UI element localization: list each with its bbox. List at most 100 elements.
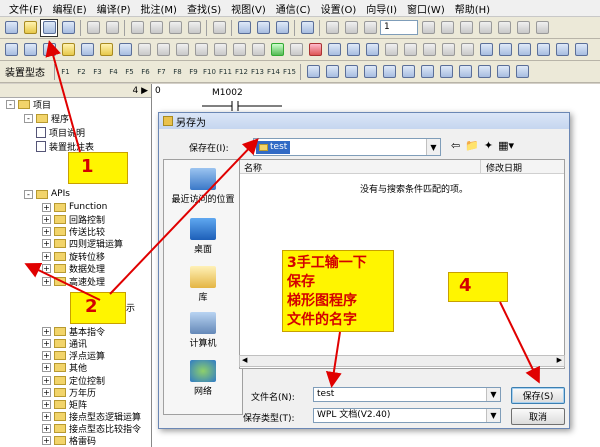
tree-item[interactable]: + 格雷码 — [42, 434, 96, 447]
menu-item[interactable]: 查找(S) — [182, 1, 226, 16]
run-icon[interactable] — [103, 19, 121, 37]
expand-toggle-icon[interactable]: + — [42, 226, 51, 236]
new-folder-icon[interactable]: ✦ — [484, 139, 493, 152]
tool-h-icon[interactable] — [533, 19, 551, 37]
up-folder-icon[interactable]: 📁 — [465, 139, 479, 152]
tree-item[interactable]: + 回路控制 — [42, 213, 105, 226]
comment-icon[interactable] — [97, 41, 115, 59]
sfc-mode-icon[interactable] — [40, 41, 58, 59]
f15-key-icon[interactable]: F15 — [282, 68, 297, 76]
f5-key-icon[interactable]: F5 — [122, 68, 137, 76]
stop-plc-icon[interactable] — [306, 41, 324, 59]
move-icon[interactable] — [399, 63, 417, 81]
save-in-dropdown[interactable]: test ▼ — [253, 138, 441, 156]
tool-v-icon[interactable] — [477, 41, 495, 59]
expand-toggle-icon[interactable]: + — [42, 251, 51, 261]
menu-item[interactable]: 帮助(H) — [450, 1, 495, 16]
tree-item[interactable]: + 旋转位移 — [42, 250, 105, 263]
expand-toggle-icon[interactable]: + — [42, 387, 51, 397]
zoom-out-icon[interactable] — [273, 19, 291, 37]
compile-icon[interactable] — [59, 41, 77, 59]
tool-z-icon[interactable] — [553, 41, 571, 59]
tree-item[interactable]: + 万年历 — [42, 386, 96, 399]
filename-input[interactable]: test ▼ — [313, 387, 501, 402]
column-divider[interactable] — [480, 160, 481, 173]
tool-j-icon[interactable] — [154, 41, 172, 59]
menu-item[interactable]: 通信(C) — [271, 1, 316, 16]
chevron-down-icon[interactable]: ▼ — [426, 139, 440, 155]
place-network[interactable]: 网络 — [164, 360, 242, 397]
stop-icon[interactable] — [84, 19, 102, 37]
f9-key-icon[interactable]: F9 — [186, 68, 201, 76]
tree-item[interactable]: - 项目 — [6, 98, 51, 111]
place-computer[interactable]: 计算机 — [164, 312, 242, 349]
cut-icon[interactable] — [128, 19, 146, 37]
new-file-icon[interactable] — [2, 19, 20, 37]
tool-x-icon[interactable] — [515, 41, 533, 59]
expand-toggle-icon[interactable]: + — [42, 263, 51, 273]
tree-header-nav[interactable]: 4 ▶ — [132, 86, 148, 96]
find-icon[interactable] — [235, 19, 253, 37]
f11-key-icon[interactable]: F11 — [218, 68, 233, 76]
f12-key-icon[interactable]: F12 — [234, 68, 249, 76]
tool-d-icon[interactable] — [457, 19, 475, 37]
contact-icon[interactable] — [304, 63, 322, 81]
tool-l-icon[interactable] — [192, 41, 210, 59]
tree-item[interactable]: 项目说明 — [24, 126, 85, 139]
f13-key-icon[interactable]: F13 — [250, 68, 265, 76]
expand-toggle-icon[interactable]: + — [42, 238, 51, 248]
tree-item[interactable]: + 矩阵 — [42, 398, 87, 411]
setting-a-icon[interactable] — [323, 19, 341, 37]
expand-toggle-icon[interactable]: + — [42, 338, 51, 348]
expand-toggle-icon[interactable]: + — [42, 276, 51, 286]
tool-w-icon[interactable] — [496, 41, 514, 59]
plus-icon[interactable] — [438, 19, 456, 37]
place-recent[interactable]: 最近访问的位置 — [164, 168, 242, 205]
tool-s-icon[interactable] — [420, 41, 438, 59]
dialog-title-bar[interactable]: 另存为 — [159, 113, 569, 129]
f3-key-icon[interactable]: F3 — [90, 68, 105, 76]
filetype-select[interactable]: WPL 文档(V2.40) ▼ — [313, 408, 501, 423]
tool-g-icon[interactable] — [514, 19, 532, 37]
chevron-down-icon[interactable]: ▼ — [486, 409, 500, 422]
menu-item[interactable]: 设置(O) — [316, 1, 362, 16]
tree-item[interactable]: - 程序 — [24, 112, 69, 125]
place-desktop[interactable]: 桌面 — [164, 218, 242, 255]
tree-item[interactable]: + 接点型态逻辑运算 — [42, 410, 141, 423]
f7-key-icon[interactable]: F7 — [154, 68, 169, 76]
tool-n-icon[interactable] — [230, 41, 248, 59]
counter-icon[interactable] — [361, 63, 379, 81]
pid-icon[interactable] — [437, 63, 455, 81]
tool-y-icon[interactable] — [534, 41, 552, 59]
tree-item[interactable]: + 高速处理 — [42, 275, 105, 288]
tool-r-icon[interactable] — [401, 41, 419, 59]
save-button[interactable]: 保存(S) — [511, 387, 565, 404]
upload-icon[interactable] — [344, 41, 362, 59]
f14-key-icon[interactable]: F14 — [266, 68, 281, 76]
tree-item[interactable]: + 接点型态比较指令 — [42, 422, 141, 435]
back-icon[interactable]: ⇦ — [451, 139, 460, 152]
f4-key-icon[interactable]: F4 — [106, 68, 121, 76]
tree-item[interactable]: + 浮点运算 — [42, 349, 105, 362]
tree-item[interactable]: + 定位控制 — [42, 374, 105, 387]
tree-item[interactable]: - APIs — [24, 188, 70, 200]
place-library[interactable]: 库 — [164, 266, 242, 303]
tree-item[interactable]: + 四则逻辑运算 — [42, 237, 123, 250]
chart-icon[interactable] — [418, 63, 436, 81]
grid-icon[interactable] — [456, 63, 474, 81]
f6-key-icon[interactable]: F6 — [138, 68, 153, 76]
tree-item[interactable]: + 数据处理 — [42, 262, 105, 275]
tool-t-icon[interactable] — [439, 41, 457, 59]
timer-icon[interactable] — [342, 63, 360, 81]
tool-u-icon[interactable] — [458, 41, 476, 59]
expand-toggle-icon[interactable]: + — [42, 202, 51, 212]
f10-key-icon[interactable]: F10 — [202, 68, 217, 76]
tool-f-icon[interactable] — [495, 19, 513, 37]
monitor-icon[interactable] — [325, 41, 343, 59]
menu-item[interactable]: 向导(I) — [361, 1, 402, 16]
expand-toggle-icon[interactable]: + — [42, 435, 51, 445]
tree-item[interactable]: + 基本指令 — [42, 325, 105, 338]
zoom-in-icon[interactable] — [254, 19, 272, 37]
menu-item[interactable]: 视图(V) — [226, 1, 271, 16]
f8-key-icon[interactable]: F8 — [170, 68, 185, 76]
